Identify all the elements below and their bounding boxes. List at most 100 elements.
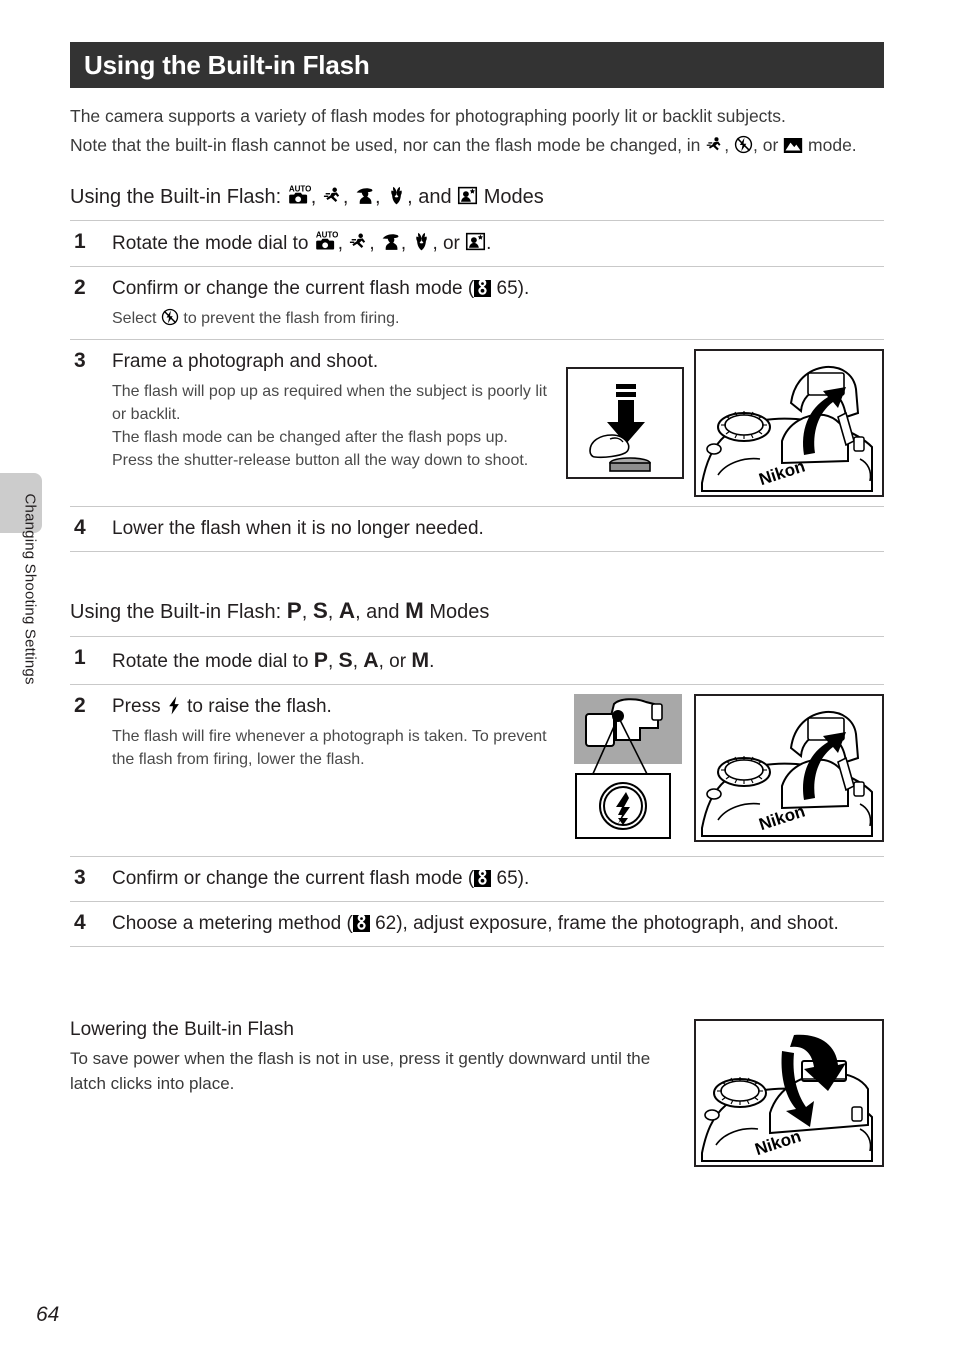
sep: ,	[327, 650, 339, 672]
step-subtext-line: Press the shutter-release button all the…	[112, 452, 529, 470]
mode-a-label: A	[338, 598, 356, 624]
section-1-heading: Using the Built-in Flash: AUTO, , , , an…	[70, 184, 884, 210]
auto-mode-icon: AUTO	[287, 184, 311, 206]
step-text-column: Press to raise the flash. The flash will…	[112, 694, 566, 771]
step-number: 2	[74, 693, 86, 717]
step-title-or: , or	[378, 650, 412, 672]
flash-bolt-icon	[166, 696, 182, 715]
sec1-sep-2: ,	[342, 185, 355, 208]
svg-text:AUTO: AUTO	[316, 230, 338, 239]
section-2-heading-prefix: Using the Built-in Flash:	[70, 601, 287, 624]
page-reference-number: 65	[496, 867, 518, 889]
step-subtext: The flash will fire whenever a photograp…	[112, 728, 547, 769]
intro-paragraphs: The camera supports a variety of flash m…	[70, 104, 884, 158]
note-heading: Lowering the Built-in Flash	[70, 1019, 294, 1041]
section-2-heading: Using the Built-in Flash: P, S, A, and M…	[70, 596, 884, 625]
step-title-text: Choose a metering method (	[112, 913, 353, 935]
mode-s-label: S	[312, 598, 328, 624]
sep: ,	[327, 601, 339, 624]
step-title-end: .	[429, 650, 435, 672]
step-number: 3	[74, 865, 86, 889]
portrait-mode-icon	[380, 231, 401, 252]
mode-p-label: P	[313, 647, 328, 672]
section-2-step-2: 2 Press to raise the flash. The flash wi…	[70, 683, 884, 856]
section-1-step-3: 3 Frame a photograph and shoot. The flas…	[70, 339, 884, 506]
step-title: Press to raise the flash.	[112, 694, 566, 720]
mode-a-label: A	[363, 647, 379, 672]
auto-mode-icon: AUTO	[314, 230, 338, 252]
step-number: 4	[74, 516, 86, 540]
camera-flash-popup-illustration: Nikon	[694, 349, 884, 498]
portrait-mode-icon	[354, 185, 375, 206]
page-number: 64	[36, 1303, 60, 1326]
page-title-bar: Using the Built-in Flash	[70, 42, 884, 88]
mode-m-label: M	[411, 647, 430, 672]
step-body: Choose a metering method ( 62), adjust e…	[112, 911, 884, 937]
step-title-text: Rotate the mode dial to	[112, 650, 314, 672]
step-number: 2	[74, 275, 86, 299]
page-title: Using the Built-in Flash	[84, 49, 370, 80]
close-up-mode-icon	[386, 185, 407, 206]
landscape-mode-icon	[783, 137, 803, 154]
page-reference-number: 62	[375, 913, 397, 935]
note-body: To save power when the flash is not in u…	[70, 1049, 651, 1093]
step-title: Rotate the mode dial to P, S, A, or M.	[112, 646, 884, 675]
step-subtext-line: The flash mode can be changed after the …	[112, 429, 508, 447]
flash-off-icon	[734, 135, 753, 154]
step-number: 3	[74, 349, 86, 373]
section-1-heading-prefix: Using the Built-in Flash:	[70, 185, 287, 208]
svg-text:AUTO: AUTO	[289, 184, 311, 193]
close-up-mode-icon	[411, 231, 432, 252]
night-portrait-mode-icon	[465, 231, 486, 252]
sports-mode-icon	[348, 231, 369, 252]
step-text-column: Frame a photograph and shoot. The flash …	[112, 349, 558, 472]
mode-s-label: S	[338, 647, 353, 672]
mode-p-label: P	[286, 598, 302, 624]
page-reference-number: 65	[496, 277, 518, 299]
step-title-text: Press	[112, 695, 166, 717]
section-1-step-1: 1 Rotate the mode dial to AUTO, , , , or…	[70, 219, 884, 266]
flash-off-icon	[161, 308, 179, 326]
sports-mode-icon	[705, 135, 724, 154]
section-2-heading-suffix: Modes	[423, 601, 490, 624]
page-content: Using the Built-in Flash The camera supp…	[70, 0, 884, 1168]
step-body: Confirm or change the current flash mode…	[112, 276, 884, 330]
intro-p2-text-3: , or	[753, 134, 784, 155]
section-1-step-2: 2 Confirm or change the current flash mo…	[70, 265, 884, 339]
step-body: Press to raise the flash. The flash will…	[112, 693, 884, 847]
section-2-step-3: 3 Confirm or change the current flash mo…	[70, 855, 884, 901]
step-subtext: The flash will pop up as required when t…	[112, 380, 558, 472]
night-portrait-mode-icon	[457, 185, 478, 206]
step-title: Rotate the mode dial to AUTO, , , , or .	[112, 230, 884, 257]
section-2-step-4: 4 Choose a metering method ( 62), adjust…	[70, 901, 884, 948]
section-tab-label: Changing Shooting Settings	[21, 493, 39, 685]
lowering-flash-note: Lowering the Built-in Flash To save powe…	[70, 1019, 884, 1168]
step-title-text: Rotate the mode dial to	[112, 232, 314, 254]
step-title-end: ).	[517, 867, 530, 889]
step-title: Confirm or change the current flash mode…	[112, 276, 884, 302]
note-figure-column: Nikon	[684, 1019, 884, 1168]
intro-p2-text-1: Note that the built-in flash cannot be u…	[70, 134, 706, 155]
step-body: Rotate the mode dial to AUTO, , , , or .	[112, 230, 884, 257]
step-title-end: ).	[517, 277, 530, 299]
section-1-heading-and: , and	[407, 185, 458, 208]
section-2-heading-and: , and	[355, 601, 406, 624]
step-title-or: , or	[432, 232, 466, 254]
sep: ,	[369, 232, 380, 254]
step-body: Confirm or change the current flash mode…	[112, 866, 884, 892]
sep: ,	[352, 650, 364, 672]
step-body: Lower the flash when it is no longer nee…	[112, 516, 884, 542]
step-title-end: ), adjust exposure, frame the photograph…	[396, 913, 839, 935]
sep: ,	[301, 601, 313, 624]
sec1-sep-1: ,	[310, 185, 322, 208]
shutter-press-illustration	[566, 367, 684, 480]
intro-paragraph-2: Note that the built-in flash cannot be u…	[70, 133, 884, 158]
sep: ,	[400, 232, 412, 254]
step-title: Frame a photograph and shoot.	[112, 351, 379, 373]
step-title: Lower the flash when it is no longer nee…	[112, 518, 484, 540]
camera-flash-lower-illustration: Nikon	[694, 1019, 884, 1168]
intro-p2-text-4: mode.	[803, 134, 857, 155]
step-title-end: to raise the flash.	[181, 695, 332, 717]
step-number: 4	[74, 911, 86, 935]
page-reference-icon	[352, 915, 370, 933]
